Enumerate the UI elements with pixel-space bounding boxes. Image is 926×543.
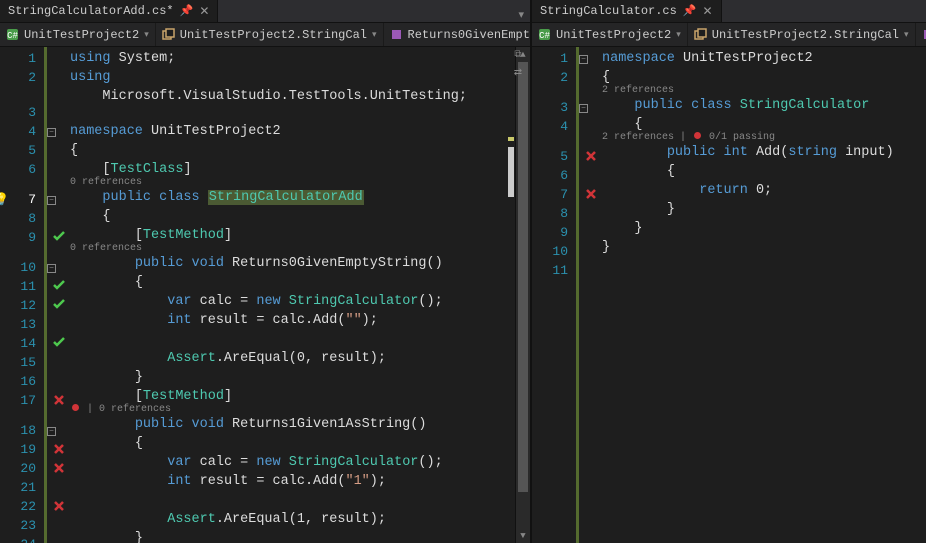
lightbulb-icon[interactable]: 💡	[0, 191, 9, 210]
class-icon	[694, 28, 707, 41]
nav-breadcrumb: C# UnitTestProject2 ▾ UnitTestProject2.S…	[0, 23, 530, 47]
fold-icon[interactable]: −	[579, 55, 588, 64]
tab-overflow-icon[interactable]: ▾	[518, 8, 524, 22]
fail-icon	[53, 462, 65, 474]
tab-bar: StringCalculator.cs 📌 ✕ ▾	[532, 0, 926, 23]
fail-icon	[585, 150, 597, 162]
pass-icon	[52, 278, 66, 292]
fold-icon[interactable]: −	[47, 264, 56, 273]
svg-text:C#: C#	[7, 31, 18, 41]
right-editor-pane: StringCalculator.cs 📌 ✕ ▾ C# UnitTestPro…	[532, 0, 926, 543]
chevron-down-icon: ▾	[372, 30, 377, 40]
chevron-down-icon: ▾	[144, 30, 149, 40]
code-area[interactable]: namespace UnitTestProject2 { 2 reference…	[602, 47, 926, 543]
left-editor-pane: StringCalculatorAdd.cs* 📌 ✕ ▾ C# UnitTes…	[0, 0, 530, 543]
marker-gutter: − −	[576, 47, 602, 543]
csharp-project-icon: C#	[538, 28, 551, 41]
close-icon[interactable]: ✕	[703, 4, 713, 19]
swap-icon[interactable]: ⇄	[510, 67, 526, 81]
tab-title: StringCalculator.cs	[540, 4, 677, 18]
nav-class[interactable]: UnitTestProject2.StringCal ▾	[156, 23, 384, 46]
chevron-down-icon: ▾	[904, 30, 909, 40]
nav-breadcrumb: C# UnitTestProject2 ▾ UnitTestProject2.S…	[532, 23, 926, 47]
overview-ruler[interactable]	[507, 47, 515, 543]
code-editor[interactable]: ⧉ ⇄ 12 3456 7💡 89 1011121314151617 18192…	[0, 47, 530, 543]
class-name-highlight: StringCalculatorAdd	[208, 190, 364, 205]
nav-class[interactable]: UnitTestProject2.StringCal ▾	[688, 23, 916, 46]
tab-bar: StringCalculatorAdd.cs* 📌 ✕ ▾	[0, 0, 530, 23]
method-icon	[922, 28, 926, 41]
pin-icon[interactable]: 📌	[683, 4, 697, 18]
line-number-gutter: 12 3456 7💡 89 1011121314151617 181920212…	[0, 47, 44, 543]
tab-file[interactable]: StringCalculatorAdd.cs* 📌 ✕	[0, 0, 218, 22]
nav-method[interactable]: Returns0GivenEmptyString ▾	[384, 23, 530, 46]
fold-icon[interactable]: −	[47, 196, 56, 205]
fail-icon	[585, 188, 597, 200]
nav-method[interactable]: Add	[916, 23, 926, 46]
pin-icon[interactable]: 📌	[180, 4, 194, 18]
nav-project[interactable]: C# UnitTestProject2 ▾	[532, 23, 688, 46]
editor-actions: ⧉ ⇄	[510, 49, 526, 81]
tab-file[interactable]: StringCalculator.cs 📌 ✕	[532, 0, 722, 22]
method-icon	[390, 28, 403, 41]
close-icon[interactable]: ✕	[199, 4, 209, 19]
csharp-project-icon: C#	[6, 28, 19, 41]
marker-gutter: − − − −	[44, 47, 70, 543]
scroll-down-icon[interactable]: ▼	[516, 528, 530, 543]
pass-icon	[52, 297, 66, 311]
split-icon[interactable]: ⧉	[510, 49, 526, 63]
fold-icon[interactable]: −	[47, 128, 56, 137]
svg-text:C#: C#	[539, 31, 550, 41]
fold-icon[interactable]: −	[579, 104, 588, 113]
line-number-gutter: 12 34 567891011	[532, 47, 576, 543]
fail-icon	[53, 443, 65, 455]
tab-title: StringCalculatorAdd.cs*	[8, 4, 174, 18]
code-editor[interactable]: 12 34 567891011 − − namespace UnitTestPr…	[532, 47, 926, 543]
fold-icon[interactable]: −	[47, 427, 56, 436]
fail-icon	[53, 500, 65, 512]
vertical-scrollbar[interactable]: ▲ ▼	[515, 47, 530, 543]
chevron-down-icon: ▾	[676, 30, 681, 40]
fail-icon	[53, 394, 65, 406]
pass-icon	[52, 229, 66, 243]
nav-project[interactable]: C# UnitTestProject2 ▾	[0, 23, 156, 46]
pass-icon	[52, 335, 66, 349]
class-icon	[162, 28, 175, 41]
code-area[interactable]: using System; using Microsoft.VisualStud…	[70, 47, 507, 543]
